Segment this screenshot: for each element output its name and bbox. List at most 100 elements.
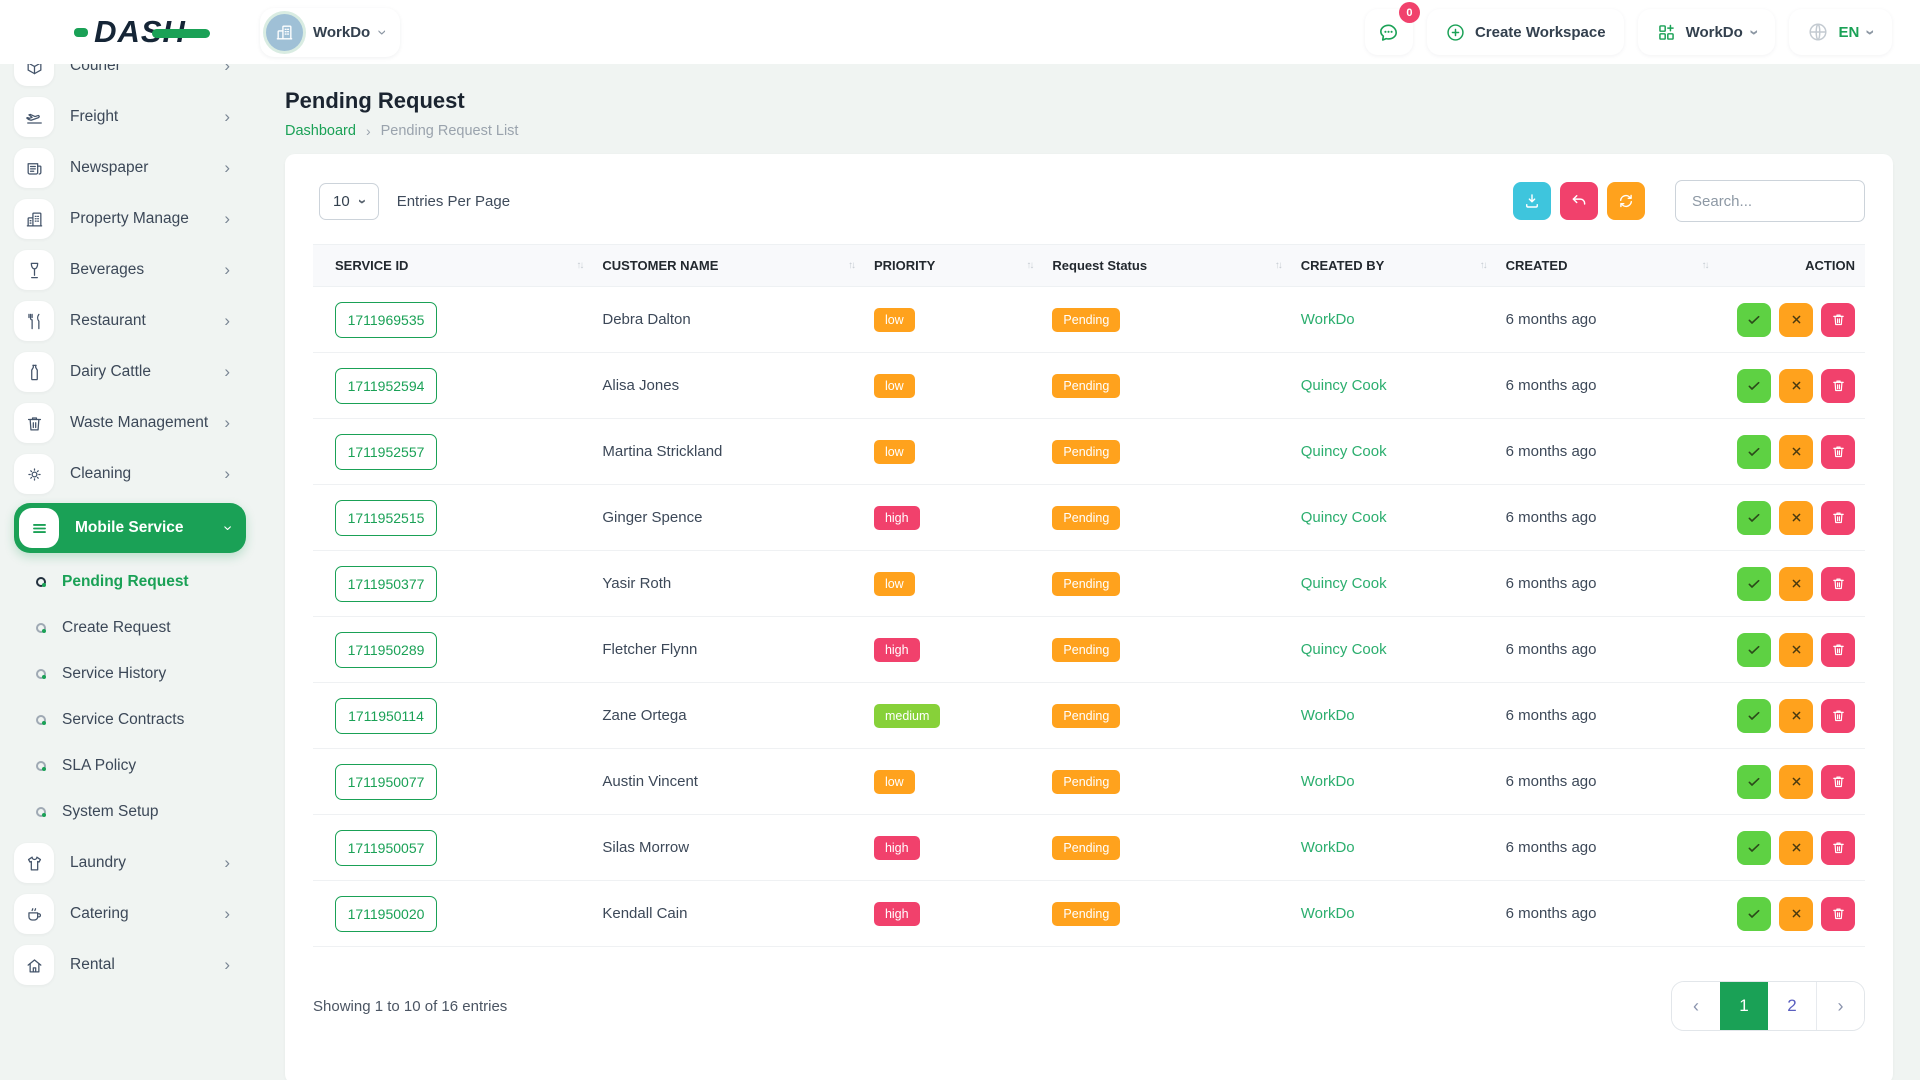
delete-button[interactable] xyxy=(1821,699,1855,733)
language-menu-button[interactable]: EN › xyxy=(1789,9,1892,55)
reject-button[interactable] xyxy=(1779,501,1813,535)
service-id-chip[interactable]: 1711969535 xyxy=(335,302,437,338)
delete-button[interactable] xyxy=(1821,369,1855,403)
table-row: 1711950114Zane OrtegamediumPendingWorkDo… xyxy=(313,683,1865,749)
reject-button[interactable] xyxy=(1779,699,1813,733)
service-id-chip[interactable]: 1711952515 xyxy=(335,500,437,536)
approve-button[interactable] xyxy=(1737,633,1771,667)
back-button[interactable] xyxy=(1560,182,1598,220)
approve-button[interactable] xyxy=(1737,303,1771,337)
sidebar-item-beverages[interactable]: Beverages› xyxy=(14,247,246,293)
sidebar-item-label: Freight xyxy=(70,108,118,126)
dairy-icon xyxy=(14,352,54,392)
check-icon xyxy=(1746,576,1762,592)
created-by-link[interactable]: WorkDo xyxy=(1301,905,1355,922)
delete-button[interactable] xyxy=(1821,633,1855,667)
messages-button[interactable]: 0 xyxy=(1365,9,1413,55)
sidebar-item-mobile-service[interactable]: Mobile Service › xyxy=(14,503,246,553)
reject-button[interactable] xyxy=(1779,369,1813,403)
sidebar-item-courier[interactable]: Courier› xyxy=(14,64,246,89)
sidebar-item-property-manage[interactable]: Property Manage› xyxy=(14,196,246,242)
sidebar-subitem-service-contracts[interactable]: Service Contracts xyxy=(0,697,260,743)
service-id-chip[interactable]: 1711952557 xyxy=(335,434,437,470)
reject-button[interactable] xyxy=(1779,567,1813,601)
column-header-service-id[interactable]: SERVICE ID↑↓ xyxy=(313,245,592,287)
reject-button[interactable] xyxy=(1779,435,1813,469)
sidebar-item-restaurant[interactable]: Restaurant› xyxy=(14,298,246,344)
created-by-link[interactable]: Quincy Cook xyxy=(1301,377,1387,394)
globe-icon xyxy=(1807,21,1829,43)
column-header-created-by[interactable]: CREATED BY↑↓ xyxy=(1291,245,1496,287)
reject-button[interactable] xyxy=(1779,765,1813,799)
sidebar-subitem-system-setup[interactable]: System Setup xyxy=(0,789,260,835)
restaurant-icon xyxy=(14,301,54,341)
workspace-switcher[interactable]: WorkDo › xyxy=(260,8,400,57)
page-button-1[interactable]: 1 xyxy=(1720,982,1768,1030)
service-id-chip[interactable]: 1711950377 xyxy=(335,566,437,602)
refresh-button[interactable] xyxy=(1607,182,1645,220)
delete-button[interactable] xyxy=(1821,765,1855,799)
approve-button[interactable] xyxy=(1737,501,1771,535)
column-header-created[interactable]: CREATED↑↓ xyxy=(1496,245,1718,287)
approve-button[interactable] xyxy=(1737,897,1771,931)
sidebar-subitem-service-history[interactable]: Service History xyxy=(0,651,260,697)
delete-button[interactable] xyxy=(1821,897,1855,931)
service-id-chip[interactable]: 1711950114 xyxy=(335,698,437,734)
status-badge: Pending xyxy=(1052,836,1120,860)
column-header-request-status[interactable]: Request Status↑↓ xyxy=(1042,245,1290,287)
approve-button[interactable] xyxy=(1737,765,1771,799)
reject-button[interactable] xyxy=(1779,831,1813,865)
workdo-menu-button[interactable]: WorkDo › xyxy=(1638,9,1776,55)
service-id-chip[interactable]: 1711950020 xyxy=(335,896,437,932)
entries-per-page-select[interactable]: 10 › xyxy=(319,183,379,220)
created-by-link[interactable]: WorkDo xyxy=(1301,773,1355,790)
delete-button[interactable] xyxy=(1821,501,1855,535)
sidebar-item-freight[interactable]: Freight› xyxy=(14,94,246,140)
created-text: 6 months ago xyxy=(1506,707,1597,724)
created-by-link[interactable]: WorkDo xyxy=(1301,839,1355,856)
breadcrumb-dashboard-link[interactable]: Dashboard xyxy=(285,123,356,139)
created-by-link[interactable]: WorkDo xyxy=(1301,311,1355,328)
approve-button[interactable] xyxy=(1737,831,1771,865)
sidebar-subitem-pending-request[interactable]: Pending Request xyxy=(0,559,260,605)
sidebar-item-laundry[interactable]: Laundry› xyxy=(14,840,246,886)
delete-button[interactable] xyxy=(1821,303,1855,337)
approve-button[interactable] xyxy=(1737,699,1771,733)
sidebar-item-newspaper[interactable]: Newspaper› xyxy=(14,145,246,191)
rental-icon xyxy=(14,945,54,985)
approve-button[interactable] xyxy=(1737,369,1771,403)
sidebar-subitem-create-request[interactable]: Create Request xyxy=(0,605,260,651)
export-button[interactable] xyxy=(1513,182,1551,220)
create-workspace-button[interactable]: Create Workspace xyxy=(1427,9,1624,55)
sidebar-item-cleaning[interactable]: Cleaning› xyxy=(14,451,246,497)
reject-button[interactable] xyxy=(1779,633,1813,667)
service-id-chip[interactable]: 1711950077 xyxy=(335,764,437,800)
sidebar-subitem-sla-policy[interactable]: SLA Policy xyxy=(0,743,260,789)
reject-button[interactable] xyxy=(1779,897,1813,931)
page-button-2[interactable]: 2 xyxy=(1768,982,1816,1030)
created-by-link[interactable]: Quincy Cook xyxy=(1301,509,1387,526)
created-by-link[interactable]: Quincy Cook xyxy=(1301,443,1387,460)
sidebar-item-waste-management[interactable]: Waste Management› xyxy=(14,400,246,446)
sidebar-item-dairy-cattle[interactable]: Dairy Cattle› xyxy=(14,349,246,395)
priority-badge: low xyxy=(874,440,915,464)
service-id-chip[interactable]: 1711950057 xyxy=(335,830,437,866)
approve-button[interactable] xyxy=(1737,567,1771,601)
delete-button[interactable] xyxy=(1821,435,1855,469)
prev-page-button[interactable]: ‹ xyxy=(1672,982,1720,1030)
created-by-link[interactable]: Quincy Cook xyxy=(1301,575,1387,592)
delete-button[interactable] xyxy=(1821,567,1855,601)
sidebar-item-rental[interactable]: Rental› xyxy=(14,942,246,988)
column-header-priority[interactable]: PRIORITY↑↓ xyxy=(864,245,1042,287)
search-input[interactable] xyxy=(1675,180,1865,222)
approve-button[interactable] xyxy=(1737,435,1771,469)
service-id-chip[interactable]: 1711950289 xyxy=(335,632,437,668)
sidebar-item-catering[interactable]: Catering› xyxy=(14,891,246,937)
created-by-link[interactable]: Quincy Cook xyxy=(1301,641,1387,658)
created-by-link[interactable]: WorkDo xyxy=(1301,707,1355,724)
next-page-button[interactable]: › xyxy=(1816,982,1864,1030)
delete-button[interactable] xyxy=(1821,831,1855,865)
column-header-customer-name[interactable]: CUSTOMER NAME↑↓ xyxy=(592,245,864,287)
reject-button[interactable] xyxy=(1779,303,1813,337)
service-id-chip[interactable]: 1711952594 xyxy=(335,368,437,404)
